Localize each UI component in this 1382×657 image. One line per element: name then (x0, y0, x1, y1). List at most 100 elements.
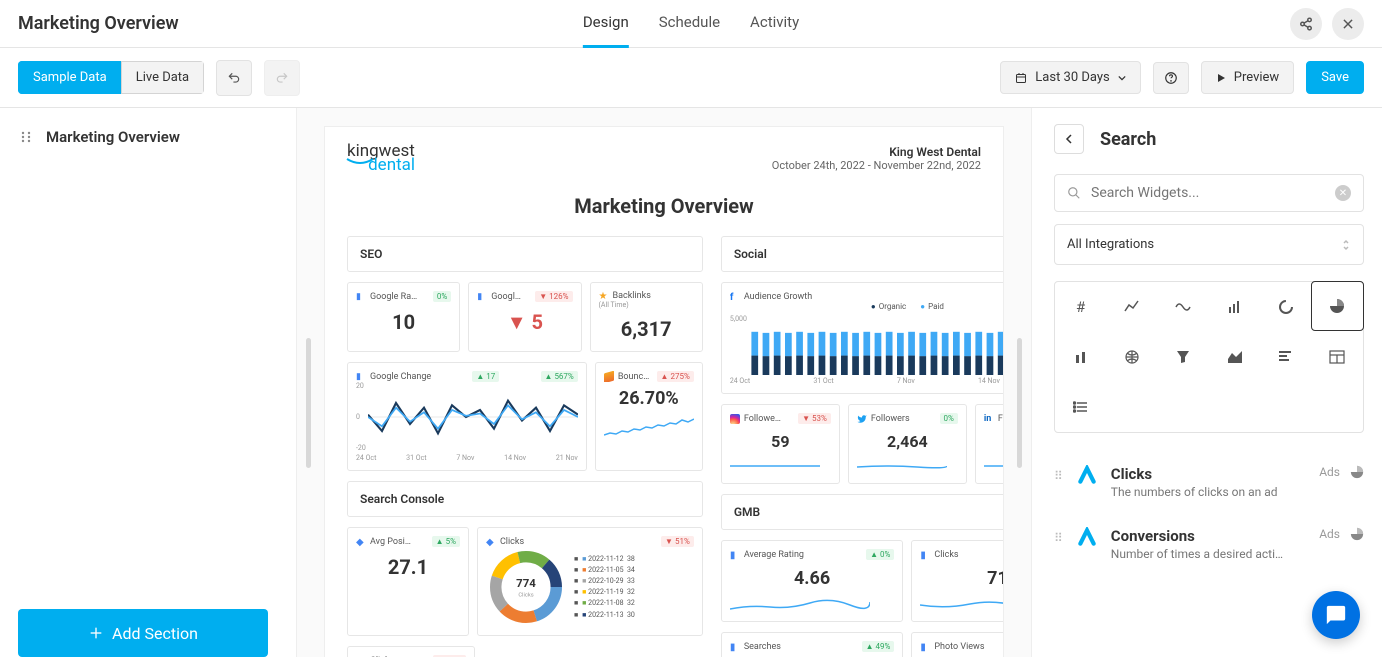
card-google-change[interactable]: ▮Google Change ▲ 17 ▲ 567% 200-20 (347, 362, 587, 471)
drag-icon[interactable] (20, 131, 32, 143)
report-canvas: kingwest dental King West Dental October… (296, 108, 1032, 657)
section-gmb[interactable]: GMB (721, 494, 1004, 530)
top-tabs: Design Schedule Activity (583, 0, 799, 48)
integrations-dropdown[interactable]: All Integrations (1054, 224, 1364, 265)
search-field[interactable] (1091, 185, 1325, 201)
svg-text:774: 774 (516, 576, 536, 590)
ga-icon (604, 371, 614, 382)
type-column-icon[interactable] (1055, 332, 1106, 382)
type-list-icon[interactable] (1055, 382, 1106, 432)
gmb-icon: ▮ (920, 642, 930, 652)
preview-label: Preview (1234, 70, 1279, 85)
search-widgets-input[interactable]: ✕ (1054, 174, 1364, 212)
type-table-icon[interactable] (1312, 332, 1363, 382)
undo-icon[interactable] (216, 60, 252, 96)
card-ig-followers[interactable]: Followe…▼ 53% 59 (721, 404, 840, 484)
section-search-console[interactable]: Search Console (347, 481, 703, 517)
sections-sidebar: Marketing Overview Add Section (0, 108, 296, 657)
sidebar-section-title[interactable]: Marketing Overview (46, 128, 180, 146)
card-li-followers[interactable]: inFollowers▼ 73% 404 (975, 404, 1004, 484)
tab-activity[interactable]: Activity (750, 0, 799, 48)
delta-badge: 0% (940, 413, 958, 424)
card-searches[interactable]: ▮Searches▲ 49% (721, 632, 904, 657)
type-line-icon[interactable] (1106, 282, 1157, 332)
card-google-2[interactable]: ▮Googl…▼ 126% ▼ 5 (468, 282, 581, 352)
report-heading: Marketing Overview (347, 194, 981, 218)
panel-title: Search (1100, 129, 1156, 150)
drag-icon[interactable]: ⠿ (1054, 531, 1063, 545)
pie-icon (1350, 527, 1364, 541)
delta-badge: 0% (433, 291, 451, 302)
type-number-icon[interactable]: # (1055, 282, 1106, 332)
instagram-icon (730, 414, 740, 424)
client-logo: kingwest dental (347, 145, 415, 172)
card-google-rank[interactable]: ▮Google Ra…0% 10 (347, 282, 460, 352)
scroll-indicator[interactable] (1017, 338, 1022, 468)
card-tw-followers[interactable]: Followers0% 2,464 (848, 404, 967, 484)
widget-clicks[interactable]: ⠿ Clicks The numbers of clicks on an ad … (1054, 451, 1364, 513)
facebook-icon: f (730, 292, 740, 302)
card-clicks-2[interactable]: ◆Clicks▼ 35% (347, 646, 475, 657)
linkedin-icon: in (984, 414, 994, 424)
section-social[interactable]: Social (721, 236, 1004, 272)
card-gmb-clicks[interactable]: ▮Clicks▲ 61% 712 (911, 540, 1004, 622)
gmb-icon: ▮ (920, 550, 930, 560)
live-data-button[interactable]: Live Data (121, 61, 204, 94)
tab-schedule[interactable]: Schedule (659, 0, 720, 48)
delta-badge: ▲ 17 (472, 371, 499, 382)
card-photo-views[interactable]: ▮Photo Views▲ 361% (911, 632, 1004, 657)
back-button[interactable] (1054, 124, 1084, 154)
save-button[interactable]: Save (1306, 61, 1364, 94)
share-icon[interactable] (1290, 8, 1322, 40)
add-section-label: Add Section (112, 624, 198, 643)
redo-icon (264, 60, 300, 96)
delta-badge: ▼ 51% (661, 536, 694, 547)
delta-badge: ▲ 567% (541, 371, 578, 382)
type-progress-icon[interactable] (1260, 282, 1311, 332)
close-icon[interactable] (1332, 8, 1364, 40)
section-seo[interactable]: SEO (347, 236, 703, 272)
tab-design[interactable]: Design (583, 0, 629, 48)
card-avg-position[interactable]: ◆Avg Posi…▲ 5% 27.1 (347, 527, 469, 636)
analytics-icon: ▮ (356, 372, 366, 382)
type-bar-icon[interactable] (1209, 282, 1260, 332)
type-geo-icon[interactable] (1106, 332, 1157, 382)
delta-badge: ▲ 275% (657, 371, 694, 382)
type-area-icon[interactable] (1209, 332, 1260, 382)
gmb-icon: ▮ (730, 550, 740, 560)
card-backlinks[interactable]: ★Backlinks (All Time) 6,317 (590, 282, 703, 352)
widget-conversions[interactable]: ⠿ Conversions Number of times a desired … (1054, 513, 1364, 575)
ads-logo-icon (1077, 527, 1097, 547)
card-bounce[interactable]: Bounc…▲ 275% 26.70% (595, 362, 703, 471)
clicks-donut: 774 Clicks (486, 547, 566, 627)
report-page: kingwest dental King West Dental October… (324, 126, 1004, 657)
help-icon[interactable] (1153, 62, 1189, 94)
card-audience-growth[interactable]: fAudience Growth 83,552 ▼ 1% OrganicPaid… (721, 282, 1004, 394)
ads-logo-icon (1077, 465, 1097, 485)
chart-legend: OrganicPaid (730, 302, 1004, 311)
clear-search-icon[interactable]: ✕ (1335, 185, 1351, 201)
preview-button[interactable]: Preview (1201, 61, 1294, 94)
chat-fab[interactable] (1312, 591, 1360, 639)
delta-badge: ▼ 126% (535, 291, 572, 302)
client-name: King West Dental (772, 145, 981, 159)
type-funnel-icon[interactable] (1158, 332, 1209, 382)
scroll-indicator[interactable] (306, 338, 311, 468)
search-console-icon: ◆ (356, 537, 366, 547)
date-range-label: Last 30 Days (1035, 70, 1109, 85)
sample-data-button[interactable]: Sample Data (18, 61, 121, 94)
type-wave-icon[interactable] (1158, 282, 1209, 332)
type-pie-icon[interactable] (1311, 281, 1364, 331)
gmb-icon: ▮ (730, 642, 740, 652)
google-change-chart (368, 382, 578, 452)
card-clicks-sc[interactable]: ◆Clicks▼ 51% 774 (477, 527, 703, 636)
analytics-icon: ▮ (477, 292, 487, 302)
add-section-button[interactable]: Add Section (18, 609, 268, 657)
drag-icon[interactable]: ⠿ (1054, 469, 1063, 483)
type-hbar-icon[interactable] (1260, 332, 1311, 382)
card-avg-rating[interactable]: ▮Average Rating▲ 0% 4.66 (721, 540, 904, 622)
widget-panel: Search ✕ All Integrations # (1032, 108, 1382, 657)
date-range-button[interactable]: Last 30 Days (1000, 61, 1140, 94)
bounce-spark (604, 413, 694, 443)
twitter-icon (857, 414, 867, 424)
